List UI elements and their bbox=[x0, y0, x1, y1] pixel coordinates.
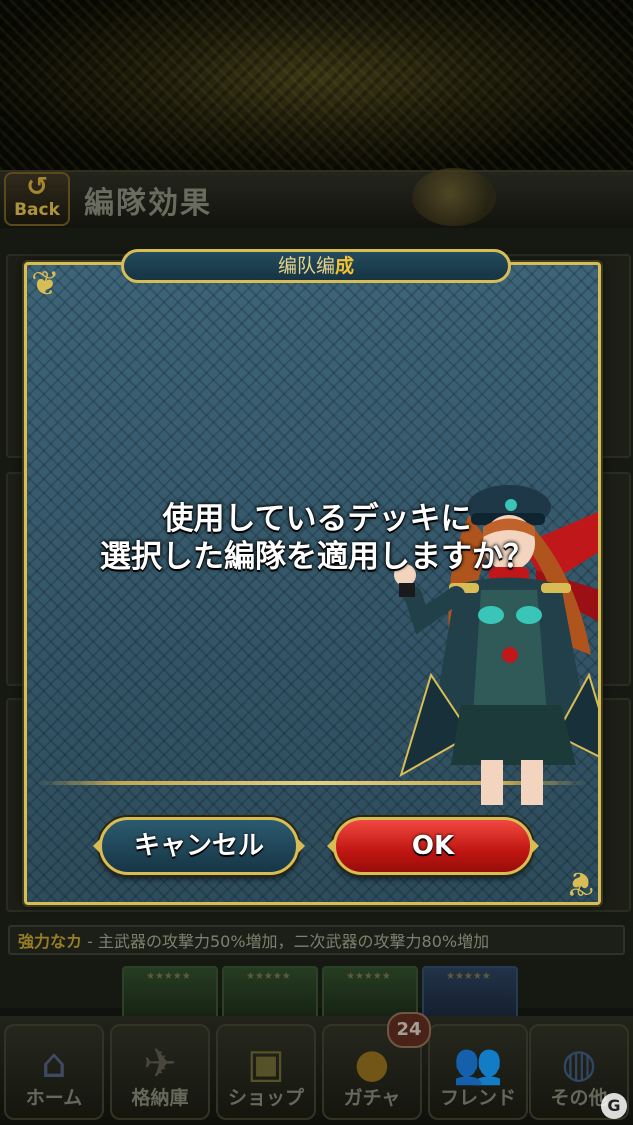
nav-friends[interactable]: 👥 フレンド bbox=[428, 1024, 528, 1120]
back-label: Back bbox=[14, 200, 60, 220]
nav-label: ホーム bbox=[25, 1087, 83, 1109]
top-banner-artwork bbox=[0, 0, 633, 170]
rarity-stars-icon: ★★★★★ bbox=[246, 971, 291, 982]
gacha-count-badge: 24 bbox=[387, 1012, 431, 1048]
ok-label: OK bbox=[411, 831, 455, 861]
character-card[interactable]: ★★★★★ bbox=[222, 966, 318, 1020]
character-card[interactable]: ★★★★★ bbox=[122, 966, 218, 1020]
hangar-plane-icon: ✈ bbox=[143, 1041, 177, 1087]
back-button[interactable]: ↺ Back bbox=[4, 172, 70, 226]
corner-flourish-icon: ❦ bbox=[31, 264, 60, 304]
bonus-name: 強力なカ bbox=[18, 932, 83, 951]
nav-label: ショップ bbox=[227, 1087, 304, 1109]
dialog-title: 编队编成 bbox=[121, 249, 511, 283]
ok-button[interactable]: OK bbox=[327, 817, 539, 875]
home-icon: ⌂ bbox=[41, 1041, 67, 1087]
shop-icon: ▣ bbox=[247, 1041, 285, 1087]
button-arrow-left-icon bbox=[327, 837, 336, 855]
corner-flourish-icon: ❦ bbox=[565, 863, 595, 903]
cancel-label: キャンセル bbox=[133, 831, 264, 861]
back-arrow-icon: ↺ bbox=[26, 172, 48, 202]
nav-label: 格納庫 bbox=[131, 1087, 189, 1109]
nav-shop[interactable]: ▣ ショップ bbox=[216, 1024, 316, 1120]
page-title: 編隊効果 bbox=[84, 186, 212, 221]
confirm-dialog: ❦ ❦ 使用しているデッキに 選択した編隊を適用しますか？ キャンセル OK bbox=[24, 262, 601, 905]
bonus-description: - 主武器の攻撃力50%増加，二次武器の攻撃力80%増加 bbox=[82, 932, 490, 951]
card-row: ★★★★★ ★★★★★ ★★★★★ ★★★★★ bbox=[122, 966, 622, 1020]
bottom-navigation: ⌂ ホーム ✈ 格納庫 ▣ ショップ ● ガチャ 👥 フレンド ◍ その他 bbox=[0, 1016, 633, 1125]
message-line-2: 選択した編隊を適用しますか？ bbox=[100, 539, 534, 575]
rarity-stars-icon: ★★★★★ bbox=[346, 971, 391, 982]
nav-hangar[interactable]: ✈ 格納庫 bbox=[110, 1024, 210, 1120]
dialog-title-prefix: 编队编 bbox=[277, 255, 335, 277]
dialog-message: 使用しているデッキに 選択した編隊を適用しますか？ bbox=[67, 500, 567, 576]
nav-label: フレンド bbox=[439, 1087, 516, 1109]
friends-icon: 👥 bbox=[453, 1041, 503, 1087]
watermark-logo-icon: G bbox=[601, 1093, 627, 1119]
button-arrow-left-icon bbox=[93, 837, 102, 855]
button-arrow-right-icon bbox=[530, 837, 539, 855]
rarity-stars-icon: ★★★★★ bbox=[146, 971, 191, 982]
nav-label: ガチャ bbox=[343, 1087, 401, 1109]
formation-bonus-text: 強力なカ - 主武器の攻撃力50%増加，二次武器の攻撃力80%増加 bbox=[8, 925, 625, 955]
dialog-title-suffix: 成 bbox=[335, 255, 355, 277]
character-card[interactable]: ★★★★★ bbox=[422, 966, 518, 1020]
globe-icon: ◍ bbox=[561, 1041, 597, 1087]
button-arrow-right-icon bbox=[296, 837, 305, 855]
nav-home[interactable]: ⌂ ホーム bbox=[4, 1024, 104, 1120]
rarity-stars-icon: ★★★★★ bbox=[446, 971, 491, 982]
message-line-1: 使用しているデッキに bbox=[162, 501, 472, 537]
cancel-button[interactable]: キャンセル bbox=[93, 817, 305, 875]
rank-emblem-icon bbox=[412, 168, 496, 226]
